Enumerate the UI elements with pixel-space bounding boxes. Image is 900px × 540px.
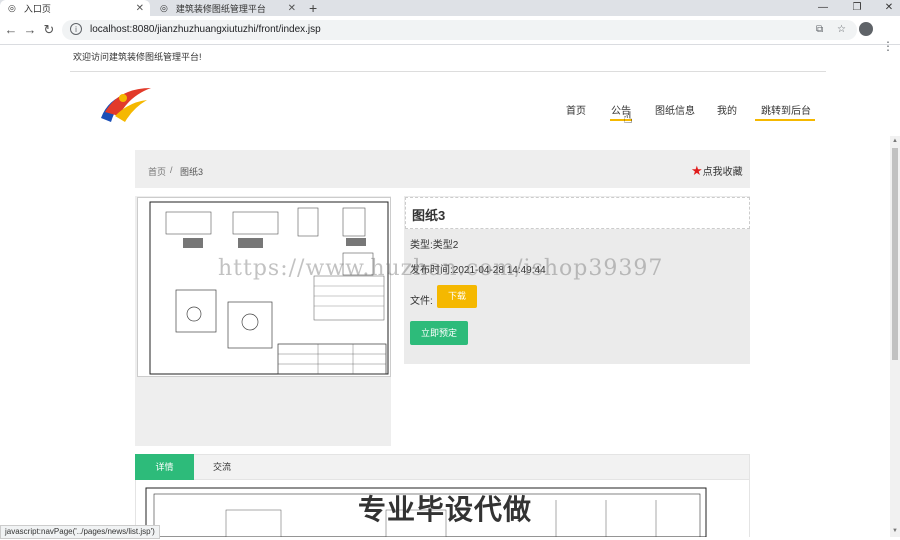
browser-tab[interactable]: ◎ 建筑装修图纸管理平台 ✕ (152, 0, 302, 16)
header-divider (70, 71, 826, 72)
forward-icon[interactable]: → (21, 16, 39, 44)
scroll-up-icon[interactable]: ▲ (890, 138, 900, 144)
drawing-image[interactable] (137, 197, 391, 377)
type-row: 类型:类型2 (410, 236, 458, 251)
download-button[interactable]: 下载 (437, 285, 477, 308)
breadcrumb (135, 150, 750, 188)
browser-tab-active[interactable]: ◎ 入口页 ✕ (0, 0, 150, 16)
site-logo[interactable] (95, 82, 155, 128)
close-tab-icon[interactable]: ✕ (136, 3, 144, 14)
favorite-label: 点我收藏 (702, 167, 743, 178)
drawing-title: 图纸3 (412, 208, 446, 223)
star-icon: ★ (691, 163, 703, 178)
scrollbar-thumb[interactable] (892, 148, 898, 360)
promo-banner-text: 专业毕设代做 (358, 494, 533, 525)
tab-title: 建筑装修图纸管理平台 (175, 3, 266, 14)
type-label: 类型: (410, 240, 433, 251)
book-now-button[interactable]: 立即预定 (410, 321, 468, 345)
nav-admin[interactable]: 跳转到后台 (761, 102, 811, 117)
nav-home[interactable]: 首页 (566, 102, 586, 117)
watermark-text: https://www.huzhan.com/ishop39397 (218, 256, 664, 281)
restore-icon[interactable]: ❐ (847, 0, 867, 16)
tab-title: 入口页 (23, 3, 51, 14)
hand-cursor-icon: ☝ (623, 110, 633, 127)
drawing-thumbnail (149, 201, 389, 375)
tab-discussion[interactable]: 交流 (213, 454, 231, 480)
nav-mine[interactable]: 我的 (717, 102, 737, 117)
title-box (405, 197, 750, 229)
address-bar-row: ← → ↻ i localhost:8080/jianzhuzhuangxiut… (0, 16, 900, 53)
translate-icon[interactable]: ⧉ (816, 20, 823, 40)
nav-drawings[interactable]: 图纸信息 (655, 102, 695, 117)
new-tab-button[interactable]: + (309, 0, 317, 16)
minimize-icon[interactable]: — (813, 0, 833, 16)
favorite-button[interactable]: ★点我收藏 (691, 163, 743, 179)
scroll-down-icon[interactable]: ▼ (890, 528, 900, 534)
page-icon: ◎ (160, 2, 168, 13)
breadcrumb-home[interactable]: 首页 (148, 165, 166, 178)
welcome-text: 欢迎访问建筑装修图纸管理平台! (73, 52, 202, 62)
breadcrumb-separator: / (170, 165, 173, 175)
type-value: 类型2 (432, 240, 459, 251)
browser-tab-strip: ◎ 入口页 ✕ ◎ 建筑装修图纸管理平台 ✕ + — ❐ ✕ (0, 0, 900, 16)
tab-details[interactable]: 详情 (135, 454, 194, 480)
close-tab-icon[interactable]: ✕ (288, 3, 296, 14)
close-window-icon[interactable]: ✕ (879, 0, 899, 16)
profile-avatar-icon[interactable] (859, 22, 873, 36)
browser-menu-icon[interactable]: ⋮ (882, 32, 894, 60)
reload-icon[interactable]: ↻ (40, 16, 58, 44)
breadcrumb-current: 图纸3 (180, 167, 204, 177)
globe-icon: ◎ (8, 2, 16, 13)
bookmark-star-icon[interactable]: ☆ (837, 20, 846, 40)
back-icon[interactable]: ← (2, 16, 20, 44)
omnibox[interactable]: i localhost:8080/jianzhuzhuangxiutuzhi/f… (62, 20, 857, 40)
url-text[interactable]: localhost:8080/jianzhuzhuangxiutuzhi/fro… (90, 20, 321, 40)
nav-admin-underline (755, 119, 815, 121)
info-icon[interactable]: i (70, 23, 82, 35)
file-label: 文件: (410, 296, 433, 307)
